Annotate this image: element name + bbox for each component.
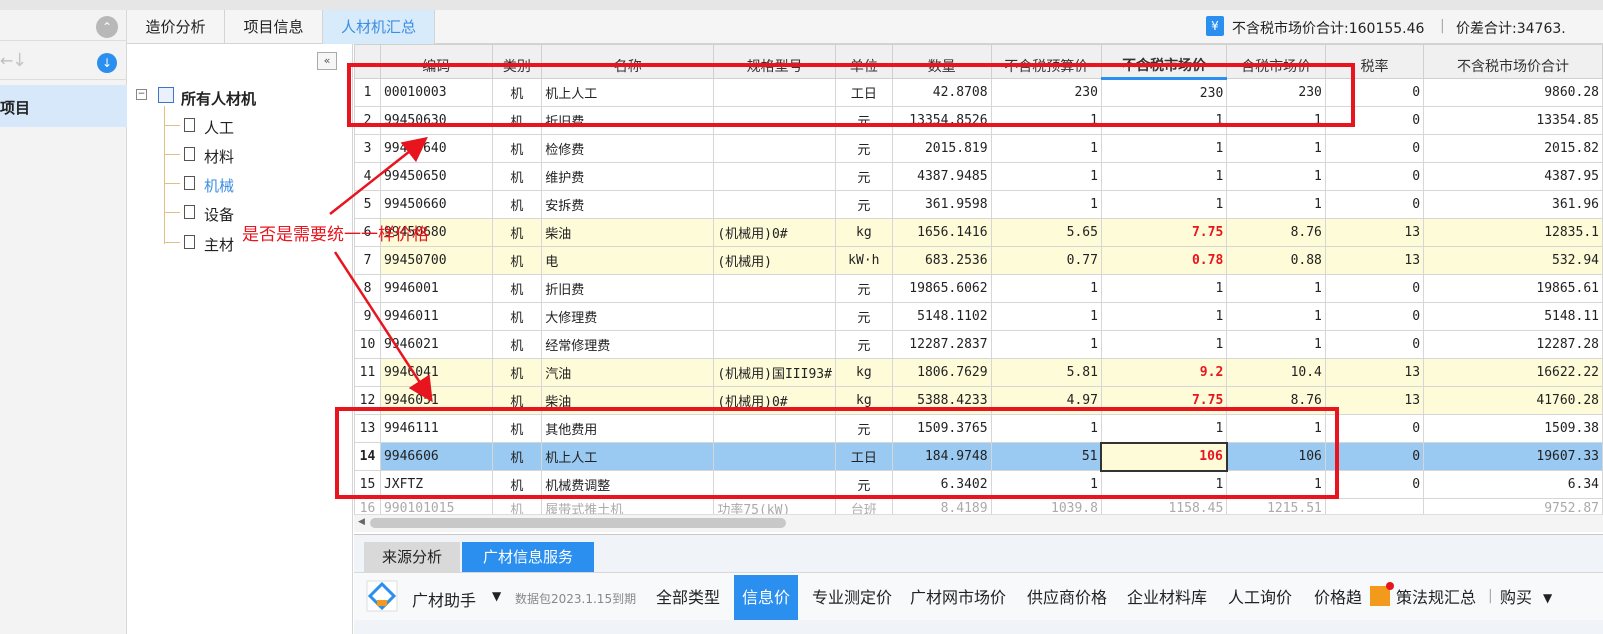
annotation-arrows: [329, 136, 433, 403]
annotation-text: 是否是需要统一一样价格: [242, 225, 429, 245]
